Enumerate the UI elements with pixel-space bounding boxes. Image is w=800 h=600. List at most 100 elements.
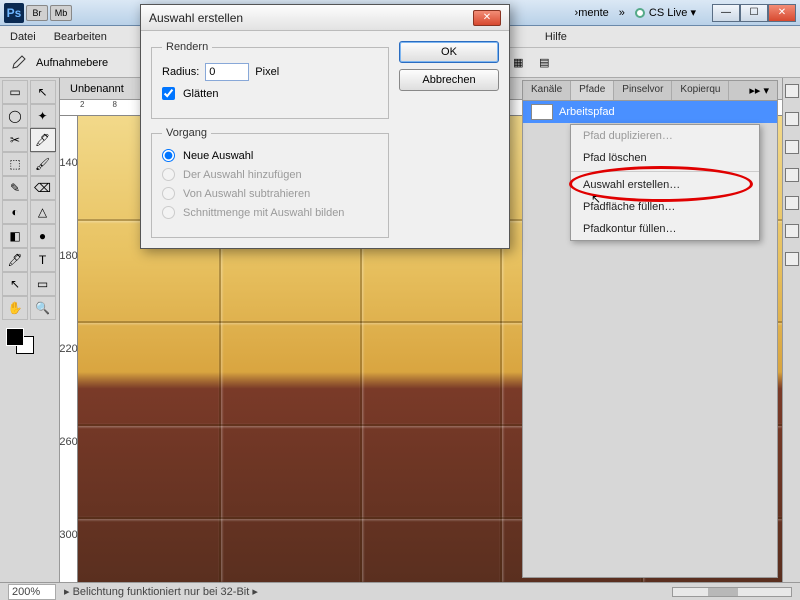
dialog-close-button[interactable]: ✕ <box>473 10 501 26</box>
operation-legend: Vorgang <box>162 127 211 139</box>
op-new-label: Neue Auswahl <box>183 150 253 162</box>
cs-live-button[interactable]: CS Live ▾ <box>635 6 696 19</box>
op-intersect-radio <box>162 206 175 219</box>
color-swatches[interactable] <box>2 326 57 354</box>
tool-pen[interactable]: ● <box>30 224 56 248</box>
workspace-label[interactable]: ›mente <box>575 7 609 19</box>
cs-live-dot-icon <box>635 8 645 18</box>
right-dock <box>782 78 800 582</box>
tab-paths[interactable]: Pfade <box>571 81 614 100</box>
render-legend: Rendern <box>162 41 212 53</box>
op-new-radio[interactable] <box>162 149 175 162</box>
op-intersect-label: Schnittmenge mit Auswahl bilden <box>183 207 344 219</box>
tool-dodge[interactable]: ◧ <box>2 224 28 248</box>
dialog-title: Auswahl erstellen <box>149 11 243 25</box>
menu-file[interactable]: Datei <box>10 31 36 43</box>
ctx-make-selection[interactable]: Auswahl erstellen… ↖ <box>571 174 759 196</box>
radius-unit-label: Pixel <box>255 66 279 78</box>
cancel-button[interactable]: Abbrechen <box>399 69 499 91</box>
ruler-tick: 140 <box>60 157 78 169</box>
zoom-field[interactable]: 200% <box>8 584 56 600</box>
bridge-button[interactable]: Br <box>26 5 48 21</box>
tab-clone[interactable]: Kopierqu <box>672 81 729 100</box>
tool-patch[interactable]: ⬚ <box>2 152 28 176</box>
ruler-tick: 180 <box>60 250 78 262</box>
op-add-radio <box>162 168 175 181</box>
cs-live-label: CS Live ▾ <box>649 6 696 19</box>
foreground-swatch[interactable] <box>6 328 24 346</box>
ctx-stroke-path[interactable]: Pfadkontur füllen… <box>571 218 759 240</box>
tab-brushes[interactable]: Pinselvor <box>614 81 672 100</box>
tool-grid: ▭ ↖ ◯ ✦ ✂ 🖊 ⬚ 🖌 ✎ ⌫ ◐ △ ◧ ● 🖊 T ↖ ▭ ✋ 🔍 <box>2 80 57 320</box>
tool-gradient[interactable]: ◐ <box>2 200 28 224</box>
op-sub-label: Von Auswahl subtrahieren <box>183 188 310 200</box>
tab-channels[interactable]: Kanäle <box>523 81 571 100</box>
tool-eyedropper[interactable]: 🖊 <box>30 128 56 152</box>
maximize-button[interactable]: ☐ <box>740 4 768 22</box>
eyedropper-icon <box>10 55 26 71</box>
tool-lasso[interactable]: ◯ <box>2 104 28 128</box>
photoshop-icon: Ps <box>4 3 24 23</box>
make-selection-dialog: Auswahl erstellen ✕ Rendern Radius: Pixe… <box>140 4 510 249</box>
status-message: ▸ Belichtung funktioniert nur bei 32-Bit… <box>64 585 258 598</box>
ruler-vertical: 140 180 220 260 300 <box>60 116 78 582</box>
sample-label: Aufnahmebere <box>36 57 108 69</box>
tool-stamp[interactable]: ✎ <box>2 176 28 200</box>
tool-shape[interactable]: ▭ <box>30 272 56 296</box>
close-button[interactable]: ✕ <box>768 4 796 22</box>
antialias-label: Glätten <box>183 88 218 100</box>
ctx-separator <box>571 171 759 172</box>
tool-crop[interactable]: ✂ <box>2 128 28 152</box>
dock-swatches-icon[interactable] <box>785 140 799 154</box>
ctx-delete-path[interactable]: Pfad löschen <box>571 147 759 169</box>
panel-menu-button[interactable]: ▸▸ ▾ <box>741 81 777 100</box>
tool-move[interactable]: ↖ <box>30 80 56 104</box>
tool-marquee[interactable]: ▭ <box>2 80 28 104</box>
document-tab-label: Unbenannt <box>70 83 124 95</box>
tool-eraser[interactable]: ⌫ <box>30 176 56 200</box>
tools-panel: ▭ ↖ ◯ ✦ ✂ 🖊 ⬚ 🖌 ✎ ⌫ ◐ △ ◧ ● 🖊 T ↖ ▭ ✋ 🔍 <box>0 78 60 582</box>
cursor-icon: ↖ <box>591 192 601 206</box>
dialog-titlebar[interactable]: Auswahl erstellen ✕ <box>141 5 509 31</box>
path-row-workpath[interactable]: Arbeitspfad <box>523 101 777 123</box>
options-icon-2[interactable]: ▤ <box>539 56 555 70</box>
ok-button[interactable]: OK <box>399 41 499 63</box>
op-sub-radio <box>162 187 175 200</box>
op-add-label: Der Auswahl hinzufügen <box>183 169 302 181</box>
minimize-button[interactable]: — <box>712 4 740 22</box>
tool-pen2[interactable]: 🖊 <box>2 248 28 272</box>
ruler-tick: 260 <box>60 436 78 448</box>
tool-type[interactable]: T <box>30 248 56 272</box>
menu-edit[interactable]: Bearbeiten <box>54 31 107 43</box>
ctx-duplicate-path: Pfad duplizieren… <box>571 125 759 147</box>
ruler-tick: 300 <box>60 529 78 541</box>
operation-fieldset: Vorgang Neue Auswahl Der Auswahl hinzufü… <box>151 127 389 238</box>
render-fieldset: Rendern Radius: Pixel Glätten <box>151 41 389 119</box>
dock-styles-icon[interactable] <box>785 168 799 182</box>
tool-blur[interactable]: △ <box>30 200 56 224</box>
horizontal-scrollbar[interactable] <box>672 587 792 597</box>
dock-info-icon[interactable] <box>785 224 799 238</box>
antialias-checkbox[interactable] <box>162 87 175 100</box>
tool-brush[interactable]: 🖌 <box>30 152 56 176</box>
dock-layers-icon[interactable] <box>785 252 799 266</box>
minibridge-button[interactable]: Mb <box>50 5 72 21</box>
tool-hand[interactable]: ✋ <box>2 296 28 320</box>
dock-actions-icon[interactable] <box>785 196 799 210</box>
chevron-expand-icon[interactable]: » <box>619 7 625 19</box>
radius-input[interactable] <box>205 63 249 81</box>
tool-path-select[interactable]: ↖ <box>2 272 28 296</box>
status-bar: 200% ▸ Belichtung funktioniert nur bei 3… <box>0 582 800 600</box>
menu-help[interactable]: Hilfe <box>545 31 567 43</box>
dock-history-icon[interactable] <box>785 84 799 98</box>
panel-tabbar: Kanäle Pfade Pinselvor Kopierqu ▸▸ ▾ <box>523 81 777 101</box>
ruler-tick: 220 <box>60 343 78 355</box>
options-icon-1[interactable]: ▦ <box>513 56 529 70</box>
path-name-label: Arbeitspfad <box>559 106 615 118</box>
radius-label: Radius: <box>162 66 199 78</box>
tool-zoom[interactable]: 🔍 <box>30 296 56 320</box>
paths-context-menu: Pfad duplizieren… Pfad löschen Auswahl e… <box>570 124 760 241</box>
dock-color-icon[interactable] <box>785 112 799 126</box>
path-thumbnail <box>531 104 553 120</box>
tool-wand[interactable]: ✦ <box>30 104 56 128</box>
